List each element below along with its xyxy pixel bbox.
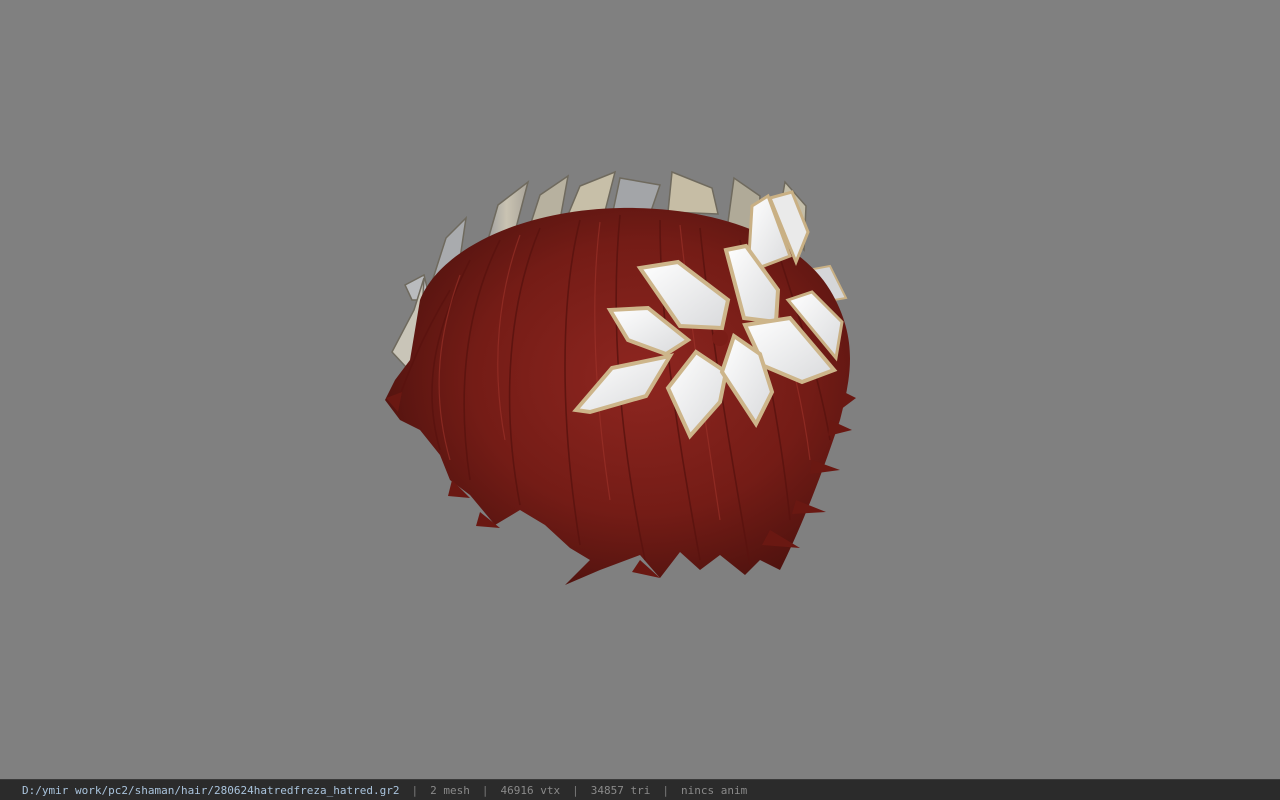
anim-status-label: nincs anim — [680, 783, 748, 797]
mesh-count-label: 2 mesh — [430, 783, 470, 797]
separator: | — [572, 783, 579, 797]
status-bar: D:/ymir work/pc2/shaman/hair/280624hatre… — [0, 779, 1280, 800]
file-path-label: D:/ymir work/pc2/shaman/hair/280624hatre… — [22, 783, 400, 797]
hair-model-render[interactable] — [0, 0, 1280, 779]
separator: | — [481, 783, 489, 797]
separator: | — [662, 783, 669, 797]
triangle-count-label: 34857 tri — [590, 783, 651, 797]
3d-viewport[interactable] — [0, 0, 1280, 779]
vertex-count-label: 46916 vtx — [500, 783, 561, 797]
separator: | — [411, 783, 419, 797]
